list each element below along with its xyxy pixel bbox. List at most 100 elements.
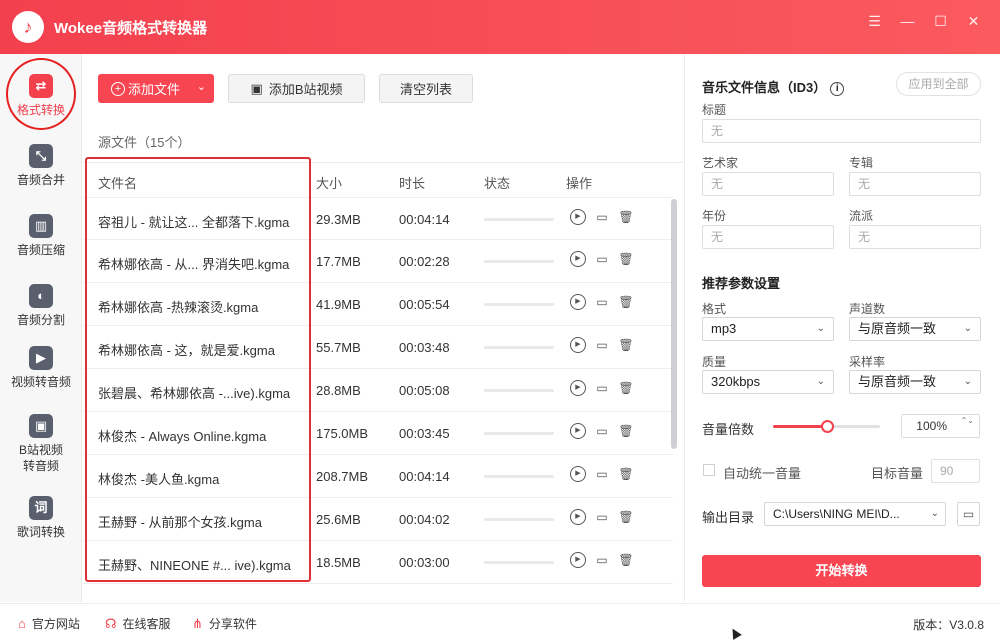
- browse-folder-button[interactable]: ▭: [957, 502, 980, 526]
- delete-icon[interactable]: 🗑: [618, 294, 634, 310]
- sidebar-item-label: 音频压缩: [16, 243, 65, 257]
- volume-label: 音量倍数: [702, 422, 755, 437]
- file-name: 张碧晨、希林娜依高 -...ive).kgma: [98, 386, 291, 401]
- table-row[interactable]: 王赫野 - 从前那个女孩.kgma 25.6MB 00:04:02 ▶ ▭ 🗑: [83, 498, 673, 541]
- status-progress-bar: [484, 389, 554, 392]
- official-site-link[interactable]: ⌂ 官方网站: [18, 615, 80, 632]
- status-progress-bar: [484, 432, 554, 435]
- add-file-button[interactable]: + 添加文件 ⌄: [98, 74, 214, 103]
- column-header-filename: 文件名: [98, 176, 138, 191]
- spinner-arrows-icon[interactable]: ⌃⌄: [961, 416, 974, 426]
- play-icon[interactable]: ▶: [570, 509, 586, 525]
- column-header-status: 状态: [484, 176, 511, 191]
- menu-icon[interactable]: ☰: [858, 10, 891, 32]
- file-name: 希林娜依高 - 从... 界消失吧.kgma: [98, 257, 290, 272]
- chevron-down-icon[interactable]: ⌄: [197, 80, 206, 93]
- play-icon[interactable]: ▶: [570, 251, 586, 267]
- folder-icon[interactable]: ▭: [594, 337, 610, 353]
- list-scrollbar[interactable]: [671, 199, 677, 449]
- volume-slider[interactable]: [773, 420, 880, 433]
- delete-icon[interactable]: 🗑: [618, 509, 634, 525]
- delete-icon[interactable]: 🗑: [618, 380, 634, 396]
- volume-slider-thumb[interactable]: [821, 420, 834, 433]
- table-row[interactable]: 林俊杰 - Always Online.kgma 175.0MB 00:03:4…: [83, 412, 673, 455]
- title-field[interactable]: 无: [702, 119, 981, 143]
- sidebar-item-bilibili-to-audio[interactable]: ▣ B站视频转音频: [0, 408, 82, 488]
- convert-icon: ⇄: [29, 74, 53, 98]
- play-icon[interactable]: ▶: [570, 294, 586, 310]
- quality-label: 质量: [702, 355, 727, 369]
- play-icon[interactable]: ▶: [570, 380, 586, 396]
- play-icon[interactable]: ▶: [570, 423, 586, 439]
- folder-icon[interactable]: ▭: [594, 380, 610, 396]
- column-header-duration: 时长: [399, 176, 426, 191]
- table-row[interactable]: 希林娜依高 - 这，就是爱.kgma 55.7MB 00:03:48 ▶ ▭ 🗑: [83, 326, 673, 369]
- table-row[interactable]: 林俊杰 -美人鱼.kgma 208.7MB 00:04:14 ▶ ▭ 🗑: [83, 455, 673, 498]
- share-software-link[interactable]: ⋔ 分享软件: [192, 615, 257, 632]
- sidebar-item-audio-split[interactable]: ◐ 音频分割: [0, 278, 82, 348]
- maximize-icon[interactable]: ☐: [924, 10, 957, 32]
- album-field[interactable]: 无: [849, 172, 981, 196]
- status-progress-bar: [484, 518, 554, 521]
- table-row[interactable]: 容祖儿 - 就让这... 全都落下.kgma 29.3MB 00:04:14 ▶…: [83, 197, 673, 240]
- add-bilibili-video-button[interactable]: ▣ 添加B站视频: [228, 74, 365, 103]
- file-duration: 00:05:54: [399, 297, 450, 312]
- folder-icon[interactable]: ▭: [594, 509, 610, 525]
- close-icon[interactable]: ✕: [957, 10, 990, 32]
- samplerate-select[interactable]: 与原音频一致 ⌄: [849, 370, 981, 394]
- clear-list-button[interactable]: 清空列表: [379, 74, 473, 103]
- format-select[interactable]: mp3 ⌄: [702, 317, 834, 341]
- table-row[interactable]: 希林娜依高 -热辣滚烫.kgma 41.9MB 00:05:54 ▶ ▭ 🗑: [83, 283, 673, 326]
- sidebar-item-label: 歌词转换: [16, 525, 65, 539]
- chevron-down-icon: ⌄: [928, 503, 939, 525]
- target-volume-field[interactable]: 90: [931, 459, 980, 483]
- minimize-icon[interactable]: —: [891, 10, 924, 32]
- output-dir-select[interactable]: C:\Users\NING MEI\D... ⌄: [764, 502, 946, 526]
- play-icon[interactable]: ▶: [570, 337, 586, 353]
- file-size: 25.6MB: [316, 512, 361, 527]
- sidebar-item-audio-merge[interactable]: ⤡ 音频合并: [0, 138, 82, 208]
- sidebar-item-format-convert[interactable]: ⇄ 格式转换: [0, 68, 82, 138]
- quality-select[interactable]: 320kbps ⌄: [702, 370, 834, 394]
- artist-field[interactable]: 无: [702, 172, 834, 196]
- apply-to-all-button[interactable]: 应用到全部: [896, 72, 981, 96]
- sidebar-item-audio-compress[interactable]: ▥ 音频压缩: [0, 208, 82, 278]
- folder-icon[interactable]: ▭: [594, 251, 610, 267]
- info-icon[interactable]: i: [830, 82, 845, 96]
- folder-icon[interactable]: ▭: [594, 423, 610, 439]
- genre-field[interactable]: 无: [849, 225, 981, 249]
- delete-icon[interactable]: 🗑: [618, 552, 634, 568]
- quality-value: 320kbps: [711, 374, 761, 389]
- sidebar-item-video-to-audio[interactable]: ▶ 视频转音频: [0, 340, 82, 410]
- folder-icon[interactable]: ▭: [594, 466, 610, 482]
- online-support-link[interactable]: ☊ 在线客服: [105, 615, 171, 632]
- folder-icon[interactable]: ▭: [594, 552, 610, 568]
- play-icon[interactable]: ▶: [570, 209, 586, 225]
- year-field[interactable]: 无: [702, 225, 834, 249]
- start-convert-button[interactable]: 开始转换: [702, 555, 981, 587]
- official-site-label: 官方网站: [31, 617, 80, 631]
- table-row[interactable]: 张碧晨、希林娜依高 -...ive).kgma 28.8MB 00:05:08 …: [83, 369, 673, 412]
- delete-icon[interactable]: 🗑: [618, 209, 634, 225]
- delete-icon[interactable]: 🗑: [618, 423, 634, 439]
- volume-stepper[interactable]: 100% ⌃⌄: [901, 414, 980, 438]
- folder-icon[interactable]: ▭: [594, 294, 610, 310]
- file-size: 175.0MB: [316, 426, 369, 441]
- auto-volume-checkbox[interactable]: [703, 464, 715, 476]
- file-name: 容祖儿 - 就让这... 全都落下.kgma: [98, 215, 290, 230]
- folder-icon[interactable]: ▭: [594, 209, 610, 225]
- delete-icon[interactable]: 🗑: [618, 337, 634, 353]
- sidebar-item-lyrics-convert[interactable]: 词 歌词转换: [0, 490, 82, 560]
- params-section-title: 推荐参数设置: [702, 276, 781, 291]
- delete-icon[interactable]: 🗑: [618, 251, 634, 267]
- delete-icon[interactable]: 🗑: [618, 466, 634, 482]
- tv-icon: ▣: [250, 80, 263, 96]
- play-icon[interactable]: ▶: [570, 552, 586, 568]
- table-row[interactable]: 王赫野、NINEONE #... ive).kgma 18.5MB 00:03:…: [83, 541, 673, 584]
- play-icon[interactable]: ▶: [570, 466, 586, 482]
- channels-select[interactable]: 与原音频一致 ⌄: [849, 317, 981, 341]
- table-row[interactable]: 希林娜依高 - 从... 界消失吧.kgma 17.7MB 00:02:28 ▶…: [83, 240, 673, 283]
- genre-label: 流派: [849, 209, 874, 223]
- output-dir-value: C:\Users\NING MEI\D...: [773, 507, 900, 521]
- add-circle-icon: +: [111, 81, 125, 96]
